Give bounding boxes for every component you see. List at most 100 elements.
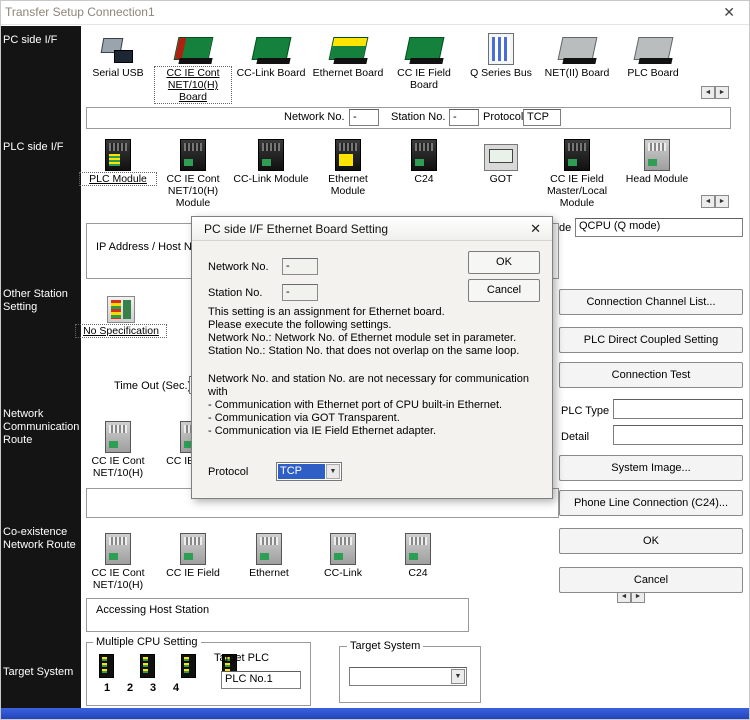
target-system-dropdown[interactable]	[349, 667, 467, 686]
plc-if-ccie-field-master[interactable]: CC IE Field Master/Local Module	[539, 137, 615, 209]
ok-button[interactable]: OK	[559, 528, 743, 554]
pc-if-cclink-board[interactable]: CC-Link Board	[233, 31, 309, 79]
plc-if-got[interactable]: GOT	[463, 137, 539, 185]
plc-if-label-ccie-field-master: CC IE Field Master/Local Module	[539, 173, 615, 209]
dialog-desc-line1: This setting is an assignment for Ethern…	[208, 306, 445, 319]
detail-label: Detail	[561, 431, 589, 443]
other-station-no-specification[interactable]: No Specification	[76, 289, 166, 337]
coexist-ccie-field[interactable]: CC IE Field	[155, 531, 231, 579]
pc-if-q-series-bus[interactable]: Q Series Bus	[463, 31, 539, 79]
timeout-label: Time Out (Sec.)	[114, 380, 191, 392]
plc-if-label-c24: C24	[386, 173, 462, 185]
scroll-left-icon[interactable]: ◄	[701, 195, 715, 208]
dialog-network-no-field[interactable]: -	[282, 258, 318, 275]
sidebar-label-target-system: Target System	[3, 666, 79, 679]
station-no-field[interactable]: -	[449, 109, 479, 126]
dropdown-arrow-icon[interactable]: ▼	[326, 464, 340, 479]
dialog-desc-line4: Station No.: Station No. that does not o…	[208, 345, 519, 358]
window-title: Transfer Setup Connection1	[5, 5, 155, 19]
plc-if-head-module[interactable]: Head Module	[619, 137, 695, 185]
plc-if-label-ccie-cont-module: CC IE Cont NET/10(H) Module	[155, 173, 231, 209]
target-system-dropdown-arrow-icon[interactable]: ▼	[451, 669, 465, 684]
cancel-button[interactable]: Cancel	[559, 567, 743, 593]
coexist-c24[interactable]: C24	[380, 531, 456, 579]
other-station-label-no-specification: No Specification	[76, 325, 166, 337]
pc-if-net2-board[interactable]: NET(II) Board	[539, 31, 615, 79]
dialog-note-line4: - Communication via GOT Transparent.	[208, 412, 400, 425]
cpu3-number: 3	[150, 682, 156, 694]
ccie-field-master-icon	[564, 139, 590, 171]
pc-if-ccie-cont-board[interactable]: CC IE Cont NET/10(H) Board	[155, 31, 231, 103]
ccie-cont-route-icon	[105, 421, 131, 453]
close-icon[interactable]: ✕	[723, 4, 735, 21]
target-plc-field[interactable]: PLC No.1	[221, 671, 301, 689]
dialog-station-no-field[interactable]: -	[282, 284, 318, 301]
pc-if-plc-board[interactable]: PLC Board	[615, 31, 691, 79]
plc-type-field	[613, 399, 743, 419]
scroll-right-icon[interactable]: ►	[715, 195, 729, 208]
ethernet-board-icon	[328, 35, 368, 65]
cpu2-icon[interactable]	[140, 654, 155, 678]
cpu3-icon[interactable]	[181, 654, 196, 678]
plc-if-label-got: GOT	[463, 173, 539, 185]
scroll-left-icon[interactable]: ◄	[701, 86, 715, 99]
phone-line-connection-button[interactable]: Phone Line Connection (C24)...	[559, 490, 743, 516]
plc-if-scroll: ◄►	[701, 194, 729, 208]
system-image-button[interactable]: System Image...	[559, 455, 743, 481]
cclink-board-icon	[251, 35, 291, 65]
sidebar-label-network-route: Network Communication Route	[3, 408, 79, 447]
pc-if-ccie-field-board[interactable]: CC IE Field Board	[386, 31, 462, 91]
dialog-ok-button[interactable]: OK	[468, 251, 540, 274]
network-no-field[interactable]: -	[349, 109, 379, 126]
plc-direct-coupled-button[interactable]: PLC Direct Coupled Setting	[559, 327, 743, 353]
dialog-cancel-button[interactable]: Cancel	[468, 279, 540, 302]
coexist-ccie-cont[interactable]: CC IE Cont NET/10(H)	[80, 531, 156, 591]
plc-if-c24[interactable]: C24	[386, 137, 462, 185]
cpu2-number: 2	[127, 682, 133, 694]
plc-if-plc-module[interactable]: PLC Module	[80, 137, 156, 185]
coexist-label-ccie-cont: CC IE Cont NET/10(H)	[80, 567, 156, 591]
plc-if-ethernet-module[interactable]: Ethernet Module	[310, 137, 386, 197]
c24-module-icon	[411, 139, 437, 171]
plc-if-cclink-module[interactable]: CC-Link Module	[233, 137, 309, 185]
connection-channel-list-button[interactable]: Connection Channel List...	[559, 289, 743, 315]
dialog-protocol-value: TCP	[278, 464, 325, 479]
cpu1-icon[interactable]	[99, 654, 114, 678]
pc-if-label-cclink-board: CC-Link Board	[233, 67, 309, 79]
plc-type-label: PLC Type	[561, 405, 609, 417]
dialog-desc-line2: Please execute the following settings.	[208, 319, 391, 332]
dialog-station-no-label: Station No.	[208, 287, 262, 299]
network-route-ccie-cont[interactable]: CC IE Cont NET/10(H)	[80, 419, 156, 479]
got-icon	[484, 144, 518, 171]
target-system-title: Target System	[347, 640, 423, 652]
accessing-host-text: Accessing Host Station	[96, 604, 209, 616]
pc-if-scroll: ◄►	[701, 85, 729, 99]
sidebar: PC side I/F PLC side I/F Other Station S…	[1, 26, 81, 711]
scroll-right-icon[interactable]: ►	[715, 86, 729, 99]
taskbar-strip	[1, 708, 750, 719]
ccie-cont-coexist-icon	[105, 533, 131, 565]
protocol-label: Protocol	[483, 111, 523, 123]
network-route-label-ccie-cont: CC IE Cont NET/10(H)	[80, 455, 156, 479]
dialog-title-bar: PC side I/F Ethernet Board Setting ✕	[192, 217, 552, 241]
protocol-field[interactable]: TCP	[523, 109, 561, 126]
plc-if-ccie-cont-module[interactable]: CC IE Cont NET/10(H) Module	[155, 137, 231, 209]
pc-if-serial-usb[interactable]: Serial USB	[80, 31, 156, 79]
pc-if-ethernet-board[interactable]: Ethernet Board	[310, 31, 386, 79]
pc-if-label-ccie-field-board: CC IE Field Board	[386, 67, 462, 91]
pc-if-label-ccie-cont-board: CC IE Cont NET/10(H) Board	[155, 67, 231, 103]
plc-if-label-head-module: Head Module	[619, 173, 695, 185]
coexist-label-ccie-field: CC IE Field	[155, 567, 231, 579]
coexist-label-cclink: CC-Link	[305, 567, 381, 579]
dialog-close-icon[interactable]: ✕	[530, 221, 541, 237]
cclink-module-icon	[258, 139, 284, 171]
dialog-note-line2: with	[208, 386, 228, 399]
coexist-ethernet[interactable]: Ethernet	[231, 531, 307, 579]
plc-if-label-plc-module: PLC Module	[80, 173, 156, 185]
no-specification-icon	[107, 296, 135, 323]
dialog-note-line3: - Communication with Ethernet port of CP…	[208, 399, 502, 412]
cclink-coexist-icon	[330, 533, 356, 565]
connection-test-button[interactable]: Connection Test	[559, 362, 743, 388]
coexist-cclink[interactable]: CC-Link	[305, 531, 381, 579]
dialog-protocol-dropdown[interactable]: TCP ▼	[276, 462, 342, 481]
